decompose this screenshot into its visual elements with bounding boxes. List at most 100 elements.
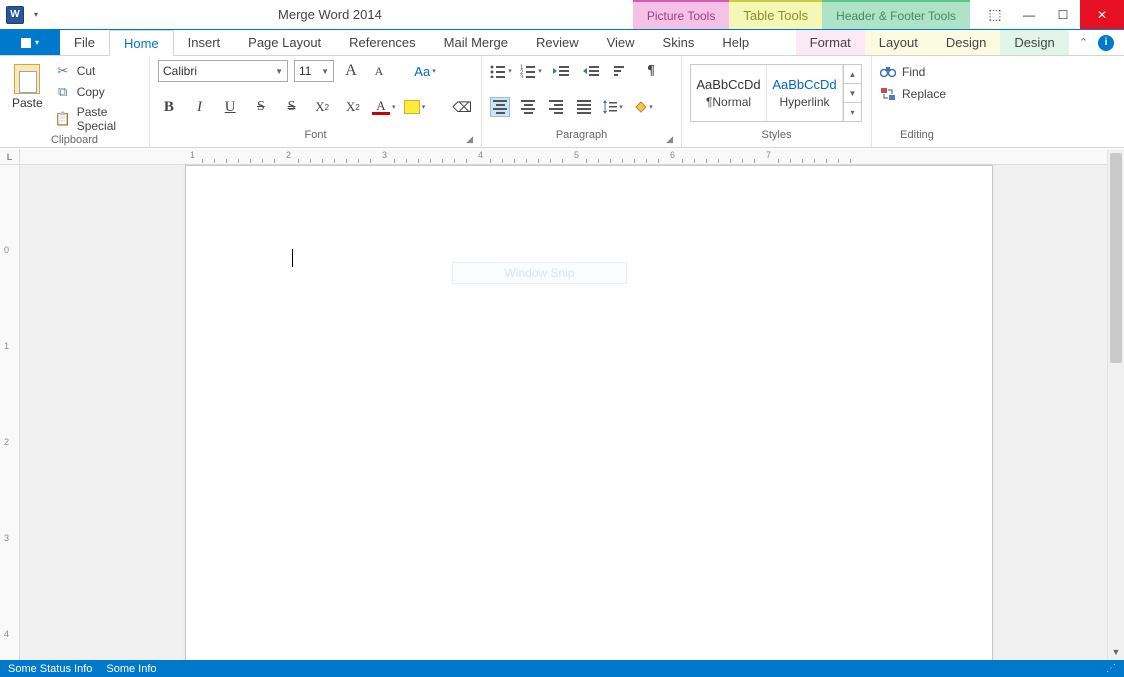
replace-button[interactable]: Replace (880, 86, 946, 102)
strikethrough-button[interactable]: S (250, 96, 272, 118)
ribbon-display-options-icon[interactable]: ⬚ (978, 0, 1012, 29)
resize-grip-icon[interactable]: ⋰ (1106, 663, 1116, 674)
find-label: Find (902, 65, 925, 79)
find-button[interactable]: Find (880, 64, 946, 80)
tab-page-layout[interactable]: Page Layout (234, 30, 335, 55)
paragraph-dialog-launcher-icon[interactable]: ◢ (666, 134, 673, 145)
maximize-button[interactable]: ☐ (1046, 0, 1080, 29)
svg-text:3: 3 (520, 75, 524, 78)
help-icon[interactable]: i (1098, 35, 1114, 51)
view-mode-switch[interactable]: ▾ (0, 30, 60, 55)
paste-label: Paste (12, 96, 43, 110)
tab-mail-merge[interactable]: Mail Merge (430, 30, 522, 55)
change-case-button[interactable]: Aa (414, 60, 436, 82)
double-strikethrough-button[interactable]: S (281, 96, 303, 118)
collapse-ribbon-icon[interactable]: ⌃ (1079, 36, 1088, 49)
highlight-button[interactable] (404, 96, 426, 118)
scrollbar-thumb[interactable] (1110, 153, 1122, 363)
minimize-button[interactable]: — (1012, 0, 1046, 29)
font-dialog-launcher-icon[interactable]: ◢ (466, 134, 473, 145)
style-hyperlink[interactable]: AaBbCcDd Hyperlink (767, 65, 843, 121)
tab-view[interactable]: View (593, 30, 649, 55)
increase-indent-button[interactable] (580, 60, 602, 82)
shrink-font-button[interactable]: A (368, 60, 390, 82)
document-page[interactable]: Window Snip (185, 165, 993, 660)
tab-review[interactable]: Review (522, 30, 593, 55)
tab-references[interactable]: References (335, 30, 429, 55)
show-marks-button[interactable]: ¶ (640, 60, 662, 82)
styles-gallery[interactable]: AaBbCcDd ¶Normal AaBbCcDd Hyperlink ▲ ▼ … (690, 64, 862, 122)
replace-label: Replace (902, 87, 946, 101)
style-preview: AaBbCcDd (696, 77, 760, 92)
numbering-icon: 123 (520, 64, 536, 78)
horizontal-ruler[interactable]: 1234567 (20, 149, 1124, 165)
context-tab-picture-tools[interactable]: Picture Tools (633, 0, 729, 29)
font-color-button[interactable]: A (373, 96, 395, 118)
tab-home[interactable]: Home (109, 30, 174, 56)
context-tab-table-tools[interactable]: Table Tools (729, 0, 822, 29)
scroll-down-icon[interactable]: ▼ (1108, 643, 1124, 660)
style-hyperlink-label: Hyperlink (779, 95, 829, 109)
font-size-combo[interactable]: 11▼ (294, 60, 334, 82)
group-label-clipboard: Clipboard (8, 134, 141, 147)
grow-font-button[interactable]: A (340, 60, 362, 82)
tab-insert[interactable]: Insert (174, 30, 235, 55)
tab-skins[interactable]: Skins (649, 30, 709, 55)
decrease-indent-button[interactable] (550, 60, 572, 82)
align-center-button[interactable] (518, 97, 538, 117)
style-preview: AaBbCcDd (772, 77, 836, 92)
align-left-button[interactable] (490, 97, 510, 117)
line-spacing-icon (603, 100, 617, 114)
eraser-icon: ⌫ (452, 99, 472, 116)
paste-special-icon: 📋 (55, 111, 71, 127)
subscript-button[interactable]: X2 (342, 96, 364, 118)
app-icon[interactable]: W (6, 6, 24, 24)
paste-button[interactable]: Paste (8, 60, 47, 110)
cut-button[interactable]: ✂ Cut (53, 62, 141, 80)
align-justify-button[interactable] (574, 97, 594, 117)
paste-icon (14, 64, 40, 94)
copy-label: Copy (77, 85, 105, 99)
context-tab-header-footer-tools[interactable]: Header & Footer Tools (822, 0, 970, 29)
font-name-value: Calibri (163, 64, 197, 78)
clear-formatting-button[interactable]: ⌫ (451, 96, 473, 118)
group-label-paragraph: Paragraph◢ (490, 129, 673, 147)
paste-special-button[interactable]: 📋 Paste Special (53, 104, 141, 134)
vertical-ruler[interactable]: L 01234 (0, 149, 20, 660)
text-cursor (292, 249, 293, 267)
subtab-format[interactable]: Format (796, 30, 865, 55)
paint-bucket-icon (633, 100, 647, 114)
tab-file[interactable]: File (60, 30, 109, 55)
close-button[interactable]: ✕ (1080, 0, 1124, 29)
copy-button[interactable]: ⧉ Copy (53, 83, 141, 101)
styles-expand-icon[interactable]: ▾ (844, 103, 861, 121)
highlight-icon (404, 100, 420, 114)
subtab-design-table[interactable]: Design (932, 30, 1000, 55)
replace-icon (880, 86, 896, 102)
italic-button[interactable]: I (189, 96, 211, 118)
group-label-styles: Styles (690, 129, 863, 147)
vertical-scrollbar[interactable]: ▲ ▼ (1107, 149, 1124, 660)
align-right-button[interactable] (546, 97, 566, 117)
bold-button[interactable]: B (158, 96, 180, 118)
paste-special-label: Paste Special (77, 105, 139, 133)
bullets-icon (490, 64, 506, 78)
shading-button[interactable] (632, 96, 654, 118)
tab-help[interactable]: Help (708, 30, 763, 55)
font-name-combo[interactable]: Calibri▼ (158, 60, 288, 82)
numbering-button[interactable]: 123 (520, 60, 542, 82)
bullets-button[interactable] (490, 60, 512, 82)
ruler-corner[interactable]: L (0, 149, 19, 165)
sort-button[interactable] (610, 60, 632, 82)
subtab-design-header[interactable]: Design (1000, 30, 1068, 55)
subtab-layout[interactable]: Layout (865, 30, 932, 55)
styles-scroll-down-icon[interactable]: ▼ (844, 84, 861, 103)
outdent-icon (553, 64, 569, 78)
styles-scroll-up-icon[interactable]: ▲ (844, 65, 861, 84)
window-title: Merge Word 2014 (278, 0, 382, 29)
underline-button[interactable]: U (219, 96, 241, 118)
line-spacing-button[interactable] (602, 96, 624, 118)
qat-customize-icon[interactable]: ▾ (30, 10, 42, 19)
style-normal[interactable]: AaBbCcDd ¶Normal (691, 65, 767, 121)
superscript-button[interactable]: X2 (311, 96, 333, 118)
